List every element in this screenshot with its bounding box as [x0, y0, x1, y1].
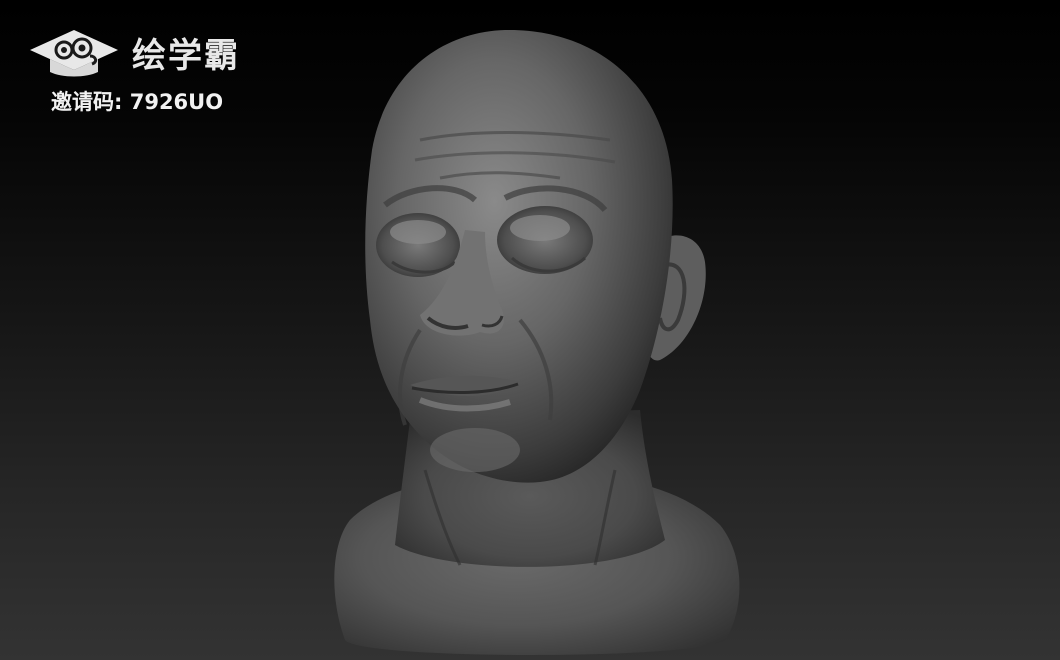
sculpt-viewport[interactable]: 绘学霸 邀请码: 7926UO — [0, 0, 1060, 660]
invite-label: 邀请码: — [51, 90, 123, 114]
invite-code-value: 7926UO — [129, 90, 224, 114]
brand-name: 绘学霸 — [132, 35, 240, 76]
brand-logo: 绘学霸 — [28, 26, 240, 78]
graduation-cap-cloud-icon — [30, 30, 118, 77]
invite-code: 邀请码: 7926UO — [51, 86, 223, 116]
